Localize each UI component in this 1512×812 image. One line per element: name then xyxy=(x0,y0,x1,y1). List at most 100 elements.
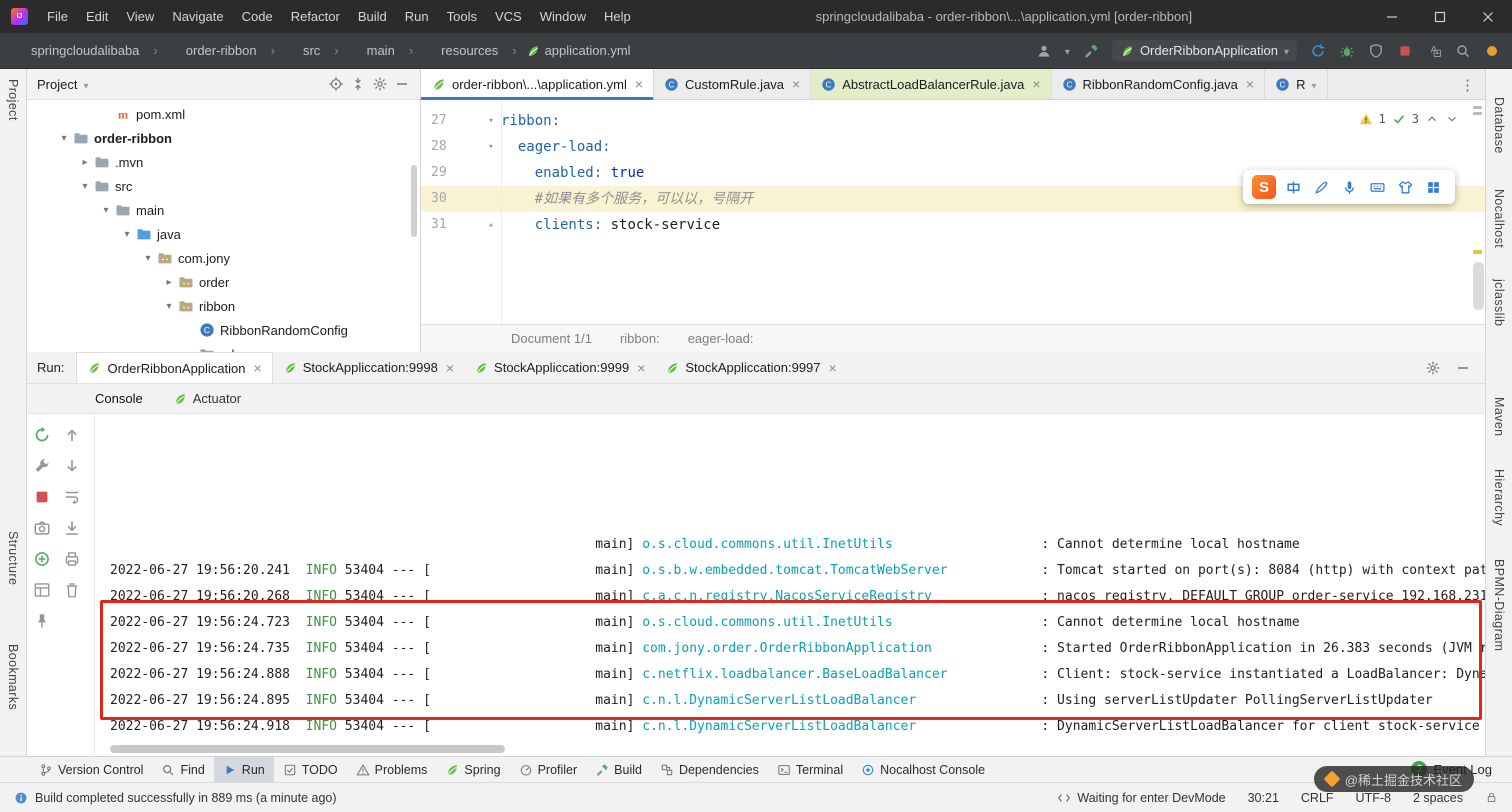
devmode-status[interactable]: Waiting for enter DevMode xyxy=(1057,791,1226,805)
breadcrumb-item[interactable]: Document 1/1 xyxy=(511,331,592,346)
close-tab-icon[interactable] xyxy=(635,360,645,376)
tree-chevron[interactable]: ▸ xyxy=(77,157,93,168)
grid4-icon[interactable] xyxy=(1425,179,1442,196)
next-problem-icon[interactable] xyxy=(1445,112,1459,126)
project-scrollbar[interactable] xyxy=(411,165,417,237)
camera-icon[interactable] xyxy=(33,519,51,537)
menu-item[interactable]: Refactor xyxy=(282,0,349,33)
stripe-structure[interactable]: Structure xyxy=(6,531,20,585)
tree-row[interactable]: ▾ main xyxy=(27,198,420,222)
fold-marker-icon[interactable] xyxy=(481,160,501,186)
down-icon[interactable] xyxy=(63,457,81,475)
toolwindow-button[interactable]: Build xyxy=(586,757,651,782)
menu-item[interactable]: Run xyxy=(396,0,438,33)
tree-row[interactable]: ▾ java xyxy=(27,222,420,246)
tab-options-icon[interactable]: ⋮ xyxy=(1450,69,1485,100)
printer-icon[interactable] xyxy=(63,550,81,568)
toolwindow-button[interactable]: Profiler xyxy=(510,757,587,782)
breadcrumb-item[interactable]: src xyxy=(284,43,348,58)
menu-item[interactable]: Tools xyxy=(438,0,486,33)
prev-problem-icon[interactable] xyxy=(1425,112,1439,126)
run-tab[interactable]: OrderRibbonApplication xyxy=(76,352,273,383)
breadcrumb-item[interactable]: springcloudalibaba xyxy=(12,43,167,58)
close-tab-icon[interactable] xyxy=(633,76,643,92)
toolwindow-button[interactable]: Problems xyxy=(347,757,437,782)
close-tab-icon[interactable] xyxy=(827,360,837,376)
build-hammer-icon[interactable] xyxy=(1083,43,1099,59)
file-encoding[interactable]: UTF-8 xyxy=(1356,791,1391,805)
breadcrumb-item[interactable]: eager-load: xyxy=(688,331,754,346)
toolwindow-button[interactable]: Find xyxy=(152,757,213,782)
toolwindow-button[interactable]: Version Control xyxy=(30,757,152,782)
inspection-widget[interactable]: 1 3 xyxy=(1359,106,1459,132)
locate-file-icon[interactable] xyxy=(328,76,344,92)
settings-icon[interactable] xyxy=(1425,360,1441,376)
menu-item[interactable]: Window xyxy=(531,0,595,33)
error-stripe[interactable] xyxy=(1472,100,1484,324)
settings-icon[interactable] xyxy=(372,76,388,92)
layout-icon[interactable] xyxy=(33,581,51,599)
stripe-project[interactable]: Project xyxy=(6,79,20,121)
wrench-icon[interactable] xyxy=(33,457,51,475)
up-icon[interactable] xyxy=(63,426,81,444)
menu-item[interactable]: VCS xyxy=(486,0,531,33)
run-tab[interactable]: StockAppliccation:9997 xyxy=(655,352,846,383)
trash-icon[interactable] xyxy=(63,581,81,599)
debug-icon[interactable] xyxy=(1339,43,1355,59)
softwrap-icon[interactable] xyxy=(63,488,81,506)
toolwindow-button[interactable]: Dependencies xyxy=(651,757,768,782)
menu-item[interactable]: Navigate xyxy=(163,0,232,33)
stripe-database[interactable]: Database xyxy=(1492,97,1506,154)
editor-tab[interactable]: order-ribbon\...\application.yml xyxy=(421,69,655,100)
breadcrumb-item[interactable]: ribbon: xyxy=(620,331,660,346)
rerun-icon[interactable] xyxy=(33,426,51,444)
close-tab-icon[interactable] xyxy=(444,360,454,376)
stripe-bookmarks[interactable]: Bookmarks xyxy=(6,644,20,710)
warning-stripe-mark[interactable] xyxy=(1473,250,1482,254)
user-dropdown-caret[interactable] xyxy=(1065,43,1070,58)
menu-item[interactable]: View xyxy=(117,0,163,33)
stripe-hierarchy[interactable]: Hierarchy xyxy=(1492,469,1506,526)
indent-setting[interactable]: 2 spaces xyxy=(1413,791,1463,805)
tree-chevron[interactable]: ▾ xyxy=(77,181,93,192)
keyboard-icon[interactable] xyxy=(1369,179,1386,196)
tree-row[interactable]: ▸ rule xyxy=(27,342,420,352)
run-tab[interactable]: StockAppliccation:9998 xyxy=(273,352,464,383)
fold-marker-icon[interactable]: ▾ xyxy=(481,134,501,160)
tree-chevron[interactable]: ▾ xyxy=(119,229,135,240)
close-tab-icon[interactable] xyxy=(252,360,262,376)
fold-marker-icon[interactable]: ▾ xyxy=(481,108,501,134)
line-separator[interactable]: CRLF xyxy=(1301,791,1334,805)
stripe-bpmn[interactable]: BPMN-Diagram xyxy=(1492,559,1506,651)
scrollend-icon[interactable] xyxy=(63,519,81,537)
menu-item[interactable]: File xyxy=(38,0,77,33)
user-icon[interactable] xyxy=(1036,43,1052,59)
breadcrumb-item[interactable]: resources xyxy=(422,43,525,58)
stripe-nocalhost[interactable]: Nocalhost xyxy=(1492,189,1506,248)
heap-icon[interactable] xyxy=(33,550,51,568)
penink-icon[interactable] xyxy=(1313,179,1330,196)
tree-row[interactable]: m pom.xml xyxy=(27,102,420,126)
breadcrumb-item[interactable]: application.yml xyxy=(526,43,631,58)
zhong-icon[interactable] xyxy=(1285,179,1302,196)
tree-row[interactable]: ▾ order-ribbon xyxy=(27,126,420,150)
editor-tab[interactable]: C RibbonRandomConfig.java xyxy=(1052,69,1266,99)
minimize-button[interactable] xyxy=(1368,0,1416,33)
run-configuration-select[interactable]: OrderRibbonApplication xyxy=(1111,40,1297,61)
editor-body[interactable]: 27 ▾ ribbon: 28 ▾ eager-load: 29 enabled… xyxy=(421,100,1485,324)
hide-panel-icon[interactable] xyxy=(1455,360,1471,376)
rerun-icon[interactable] xyxy=(1310,43,1326,59)
mic-icon[interactable] xyxy=(1341,179,1358,196)
menu-item[interactable]: Edit xyxy=(77,0,117,33)
translate-icon[interactable]: A xyxy=(1426,43,1442,59)
breadcrumb-item[interactable]: main xyxy=(348,43,423,58)
maximize-button[interactable] xyxy=(1416,0,1464,33)
tree-chevron[interactable]: ▸ xyxy=(161,277,177,288)
input-method-toolbar[interactable]: S xyxy=(1243,170,1455,204)
editor-tab[interactable]: C R xyxy=(1265,69,1328,99)
stop-icon[interactable] xyxy=(1397,43,1413,59)
notification-dot-icon[interactable] xyxy=(1484,43,1500,59)
close-tab-icon[interactable] xyxy=(1030,76,1040,92)
tree-chevron[interactable]: ▾ xyxy=(56,133,72,144)
tree-row[interactable]: ▾ com.jony xyxy=(27,246,420,270)
